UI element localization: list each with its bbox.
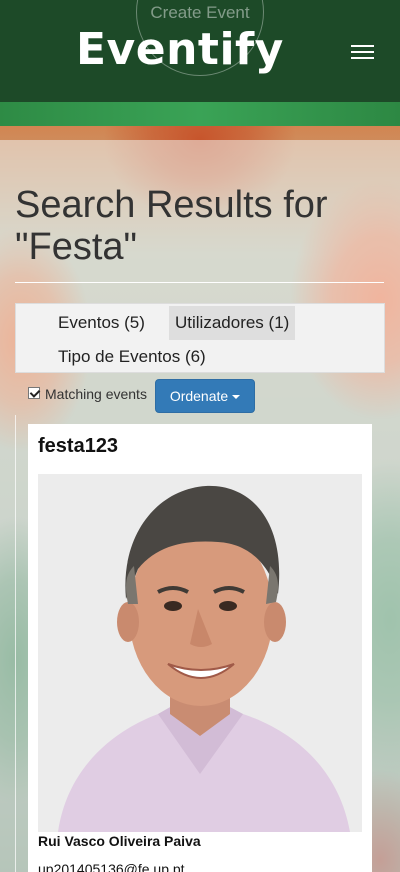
tab-eventos[interactable]: Eventos (5) <box>52 306 151 340</box>
ordenate-dropdown-button[interactable]: Ordenate <box>155 379 255 413</box>
tab-utilizadores[interactable]: Utilizadores (1) <box>169 306 296 340</box>
title-divider <box>15 282 384 283</box>
navbar-accent-stripe <box>0 102 400 126</box>
matching-events-checkbox[interactable] <box>28 387 40 399</box>
result-full-name: Rui Vasco Oliveira Paiva <box>38 833 201 849</box>
tab-tipo-de-eventos[interactable]: Tipo de Eventos (6) <box>52 340 212 374</box>
brand-logo[interactable]: Eventify <box>76 24 284 75</box>
content-divider <box>15 415 16 872</box>
page-title: Search Results for "Festa" <box>15 184 328 268</box>
user-photo <box>38 474 362 832</box>
create-event-link[interactable]: Create Event <box>0 3 400 23</box>
result-email: up201405136@fe.up.pt <box>38 861 185 872</box>
navbar: Create Event Eventify <box>0 0 400 102</box>
hamburger-menu-icon[interactable] <box>351 43 375 61</box>
matching-events-label: Matching events <box>45 386 147 402</box>
caret-down-icon <box>232 395 241 400</box>
ordenate-label: Ordenate <box>169 388 229 404</box>
result-username[interactable]: festa123 <box>38 435 118 458</box>
user-photo-icon <box>38 474 362 832</box>
results-tabs: Eventos (5) Utilizadores (1) Tipo de Eve… <box>15 303 385 373</box>
